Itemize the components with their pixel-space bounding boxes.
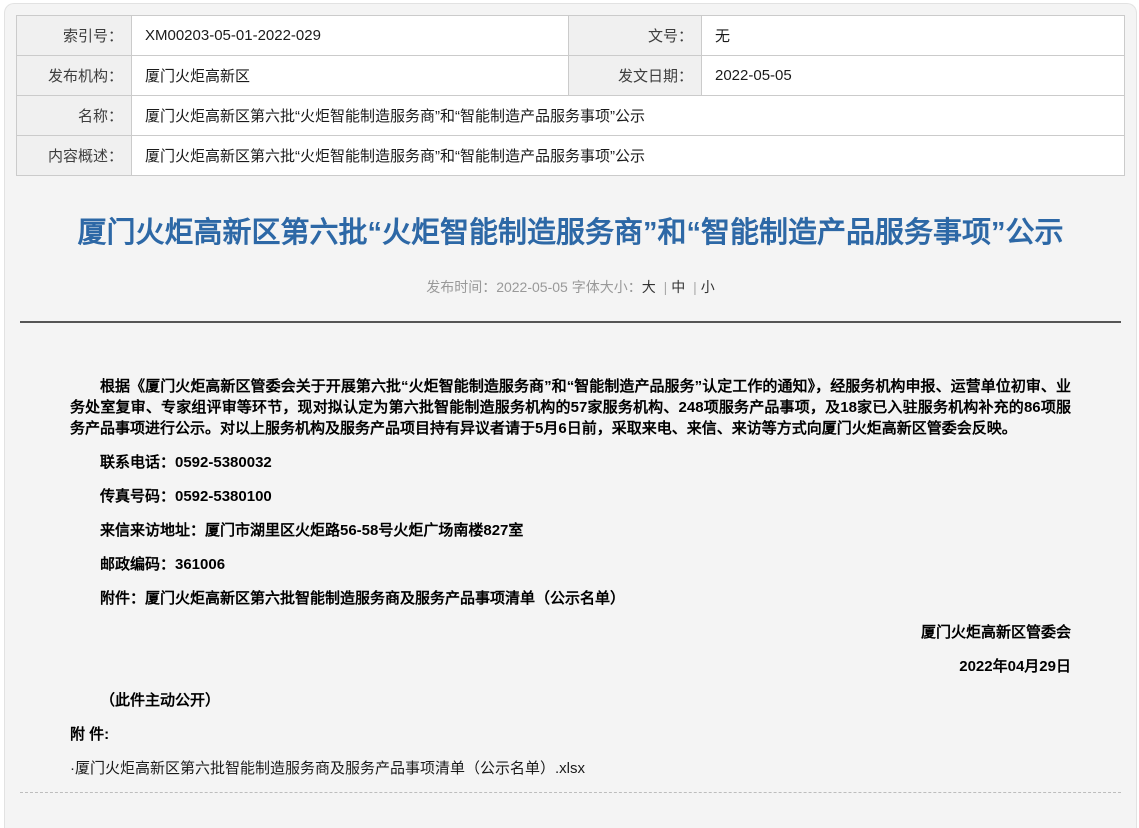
font-size-medium-link[interactable]: 中	[671, 279, 685, 295]
attachment-xlsx-link[interactable]: ·厦门火炬高新区第六批智能制造服务商及服务产品事项清单（公示名单）.xlsx	[70, 758, 1071, 779]
issuing-agency-label: 发布机构：	[17, 56, 132, 96]
table-row: 发布机构： 厦门火炬高新区 发文日期： 2022-05-05	[17, 56, 1125, 96]
summary-label: 内容概述：	[17, 136, 132, 176]
article-body: 根据《厦门火炬高新区管委会关于开展第六批“火炬智能制造服务商”和“智能制造产品服…	[5, 323, 1136, 711]
attachments-heading: 附 件:	[70, 724, 1071, 745]
contact-address: 来信来访地址：厦门市湖里区火炬路56-58号火炬广场南楼827室	[70, 520, 1071, 541]
publish-meta-line: 发布时间：2022-05-05 字体大小：大 |中 |小	[5, 277, 1136, 297]
attachment-note: 附件：厦门火炬高新区第六批智能制造服务商及服务产品事项清单（公示名单）	[70, 588, 1071, 609]
contact-phone: 联系电话：0592-5380032	[70, 452, 1071, 473]
signature-agency: 厦门火炬高新区管委会	[70, 622, 1071, 643]
content-panel: 索引号： XM00203-05-01-2022-029 文号： 无 发布机构： …	[4, 3, 1137, 828]
disclosure-note: （此件主动公开）	[70, 690, 1071, 711]
name-value: 厦门火炬高新区第六批“火炬智能制造服务商”和“智能制造产品服务事项”公示	[132, 96, 1125, 136]
main-paragraph: 根据《厦门火炬高新区管委会关于开展第六批“火炬智能制造服务商”和“智能制造产品服…	[70, 376, 1071, 439]
document-meta-table: 索引号： XM00203-05-01-2022-029 文号： 无 发布机构： …	[16, 15, 1125, 176]
index-number-label: 索引号：	[17, 16, 132, 56]
issue-date-value: 2022-05-05	[702, 56, 1125, 96]
doc-number-label: 文号：	[569, 16, 702, 56]
doc-number-value: 无	[702, 16, 1125, 56]
font-size-large-link[interactable]: 大	[642, 279, 656, 295]
issue-date-label: 发文日期：	[569, 56, 702, 96]
page-title: 厦门火炬高新区第六批“火炬智能制造服务商”和“智能制造产品服务事项”公示	[57, 213, 1084, 254]
index-number-value: XM00203-05-01-2022-029	[132, 16, 569, 56]
issuing-agency-value: 厦门火炬高新区	[132, 56, 569, 96]
attachments-section: 附 件: ·厦门火炬高新区第六批智能制造服务商及服务产品事项清单（公示名单）.x…	[5, 724, 1136, 779]
table-row: 内容概述： 厦门火炬高新区第六批“火炬智能制造服务商”和“智能制造产品服务事项”…	[17, 136, 1125, 176]
contact-fax: 传真号码：0592-5380100	[70, 486, 1071, 507]
postal-code: 邮政编码：361006	[70, 554, 1071, 575]
separator: |	[693, 279, 697, 295]
table-row: 名称： 厦门火炬高新区第六批“火炬智能制造服务商”和“智能制造产品服务事项”公示	[17, 96, 1125, 136]
table-row: 索引号： XM00203-05-01-2022-029 文号： 无	[17, 16, 1125, 56]
separator: |	[664, 279, 668, 295]
font-size-small-link[interactable]: 小	[701, 279, 715, 295]
publish-time-text: 发布时间：2022-05-05 字体大小：	[426, 279, 642, 295]
name-label: 名称：	[17, 96, 132, 136]
dashed-divider	[20, 792, 1121, 793]
signature-date: 2022年04月29日	[70, 656, 1071, 677]
summary-value: 厦门火炬高新区第六批“火炬智能制造服务商”和“智能制造产品服务事项”公示	[132, 136, 1125, 176]
